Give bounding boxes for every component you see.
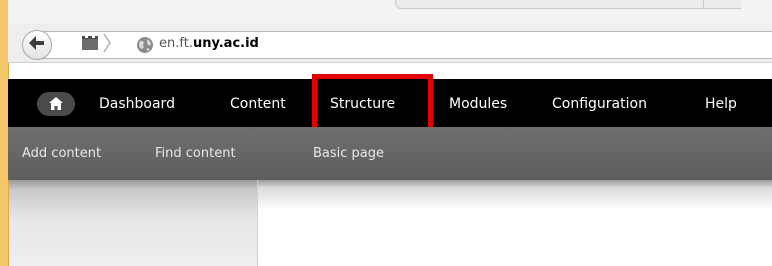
home-button[interactable] [37,92,75,116]
back-button[interactable] [22,30,52,60]
shortcut-find-content[interactable]: Find content [155,143,236,165]
toolbar-item-help[interactable]: Help [705,92,737,116]
url-domain: uny.ac.id [192,36,259,51]
left-sidebar [9,180,257,266]
toolbar-item-content[interactable]: Content [230,92,286,116]
main-content-area [258,180,772,266]
tab-divider [703,0,704,8]
globe-icon [136,36,154,54]
back-arrow-icon [28,35,46,55]
page-icon [80,33,114,57]
toolbar-item-modules[interactable]: Modules [449,92,507,116]
home-icon [49,95,63,114]
toolbar-item-dashboard[interactable]: Dashboard [99,92,175,116]
shortcut-add-content[interactable]: Add content [22,143,101,165]
toolbar-item-configuration[interactable]: Configuration [552,92,647,116]
shortcuts-bar [8,127,772,180]
browser-tab[interactable] [395,0,741,9]
url-prefix: en.ft. [159,36,193,51]
site-identity-button[interactable] [80,33,114,57]
shortcut-basic-page[interactable]: Basic page [313,143,384,165]
url-text[interactable]: en.ft.uny.ac.id [159,34,259,54]
